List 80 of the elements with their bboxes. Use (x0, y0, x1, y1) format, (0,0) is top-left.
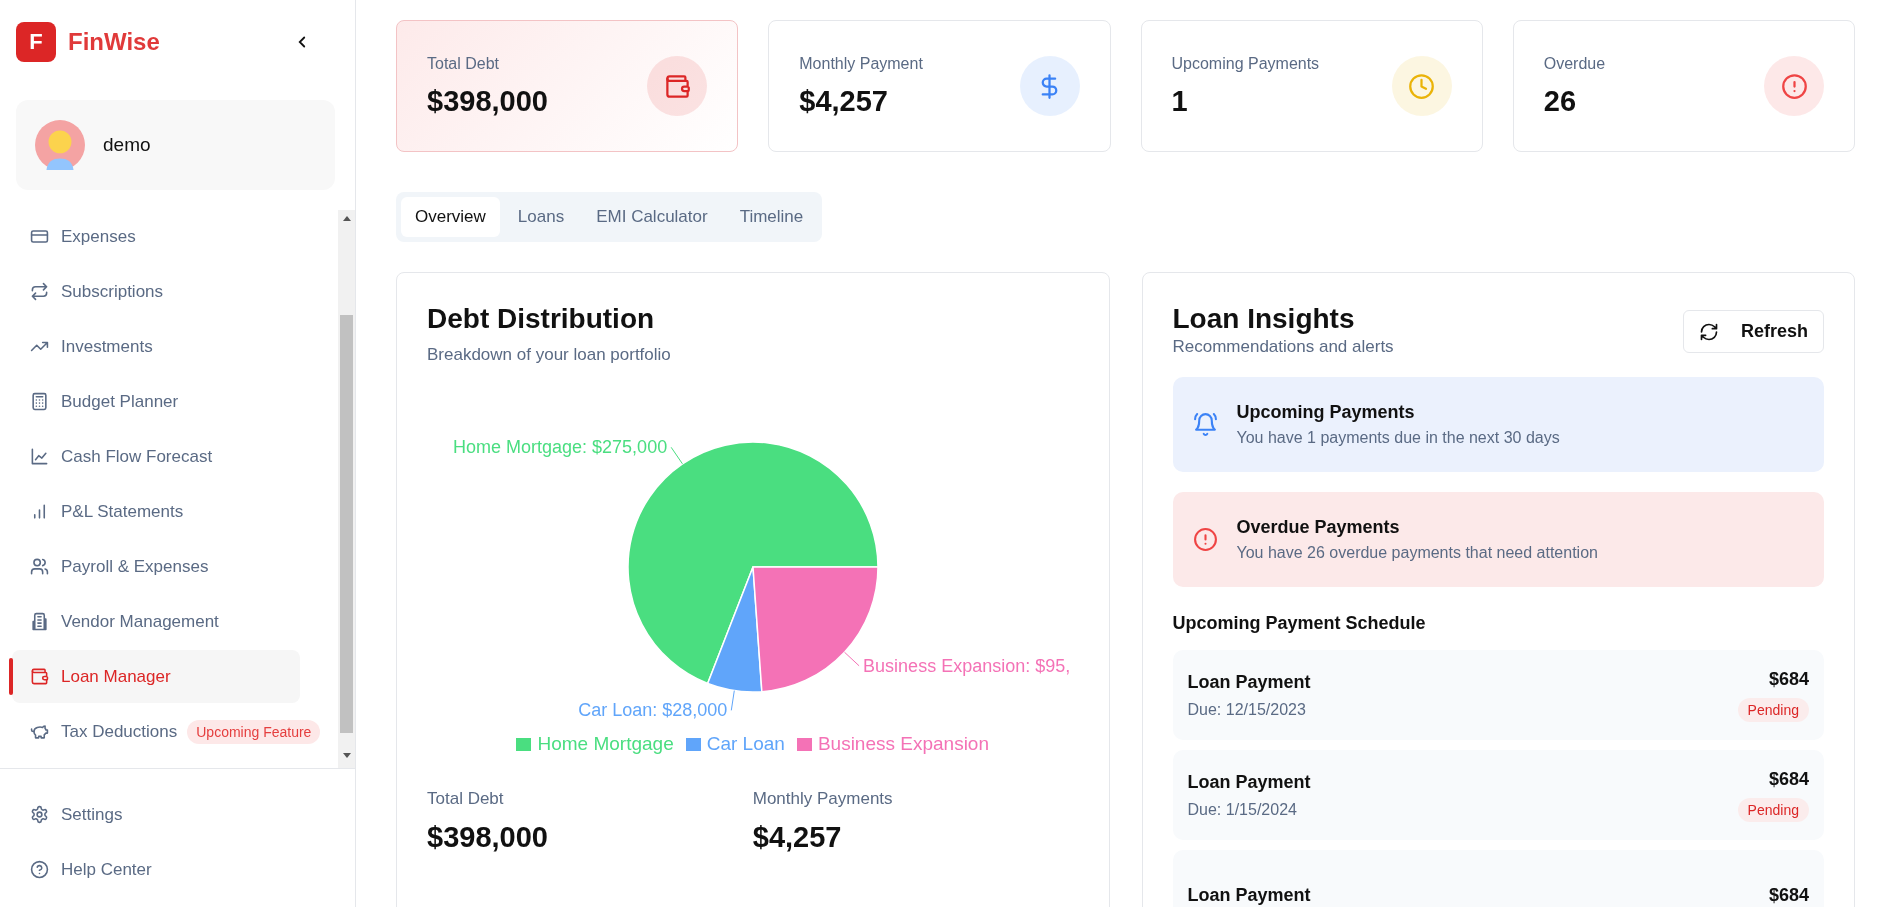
user-card[interactable]: demo (16, 100, 335, 190)
due-date: Due: 1/15/2024 (1187, 800, 1298, 819)
logo-icon: F (16, 22, 56, 62)
app-name: FinWise (68, 28, 160, 56)
nav-item[interactable]: Budget Planner (12, 375, 300, 428)
feature-badge: Upcoming Feature (187, 719, 321, 744)
stat-value: 1 (1171, 84, 1189, 118)
payment-row[interactable]: Loan Payment Due: 1/15/2024 $684 Pending (1172, 750, 1824, 840)
bell-icon (1192, 412, 1218, 437)
nav-icon (30, 612, 49, 631)
stat-value: $4,257 (799, 84, 889, 118)
card-subtitle: Recommendations and alerts (1172, 337, 1394, 357)
nav-item[interactable]: Expenses (12, 210, 300, 263)
stat-label: Upcoming Payments (1171, 54, 1320, 73)
due-date: Due: 12/15/2023 (1187, 700, 1307, 719)
payment-row[interactable]: Loan Payment Due: 12/15/2023 $684 Pending (1172, 650, 1824, 740)
help-icon (30, 860, 49, 879)
avatar-icon (35, 120, 85, 170)
nav-item[interactable]: Payroll & Expenses (12, 540, 300, 593)
stat-label: Overdue (1543, 54, 1606, 73)
scrollbar[interactable] (338, 210, 355, 768)
nav-icon (30, 667, 49, 686)
status-badge: Pending (1737, 797, 1809, 822)
total-label: Total Debt (427, 789, 505, 809)
payment-row[interactable]: Loan Payment $684 (1172, 850, 1824, 907)
alert-icon (1192, 527, 1218, 552)
alert-text: You have 26 overdue payments that need attention (1236, 544, 1598, 562)
payment-amount: $684 (1768, 668, 1809, 690)
total-label: Monthly Payments (752, 789, 894, 809)
section-title: Upcoming Payment Schedule (1172, 613, 1427, 634)
nav-item[interactable]: P&L Statements (12, 485, 300, 538)
nav-icon (30, 227, 49, 246)
tab[interactable]: EMI Calculator (582, 197, 722, 237)
refresh-button[interactable]: Refresh (1682, 310, 1824, 353)
tab[interactable]: Loans (503, 197, 579, 237)
alert-text: You have 1 payments due in the next 30 days (1236, 429, 1560, 447)
card-title: Loan Insights (1172, 303, 1356, 335)
nav-icon (30, 282, 49, 301)
tab[interactable]: Timeline (725, 197, 818, 237)
alert-title: Overdue Payments (1236, 517, 1401, 538)
leader-line (730, 690, 735, 711)
legend-item: Home Mortgage (516, 733, 674, 755)
payment-title: Loan Payment (1187, 884, 1311, 906)
card-subtitle: Breakdown of your loan portfolio (427, 345, 672, 365)
leader-line (843, 651, 860, 667)
legend-item: Car Loan (685, 733, 785, 755)
slice-label: Business Expansion: $95, (863, 655, 1071, 676)
total-value: $4,257 (752, 821, 843, 854)
legend-item: Business Expansion (796, 733, 989, 755)
payment-amount: $684 (1768, 884, 1809, 906)
settings-icon (30, 805, 49, 824)
nav-icon (30, 392, 49, 411)
payment-title: Loan Payment (1187, 771, 1311, 793)
nav-item[interactable]: Vendor Management (12, 595, 300, 648)
tab[interactable]: Overview (401, 197, 500, 237)
leader-line (670, 446, 683, 465)
slice-label: Home Mortgage: $275,000 (453, 437, 668, 458)
nav-item[interactable]: Cash Flow Forecast (12, 430, 300, 483)
card-title: Debt Distribution (427, 303, 656, 335)
total-value: $398,000 (427, 821, 549, 854)
stat-value: 26 (1543, 84, 1577, 118)
stat-value: $398,000 (427, 84, 548, 118)
alert-title: Upcoming Payments (1236, 402, 1416, 423)
nav-item[interactable]: Tax Deductions Upcoming Feature (12, 705, 325, 758)
nav-icon (30, 722, 49, 741)
slice-label: Car Loan: $28,000 (578, 700, 728, 721)
payment-title: Loan Payment (1187, 671, 1311, 693)
nav-item[interactable]: Subscriptions (12, 265, 300, 318)
payment-amount: $684 (1768, 768, 1809, 790)
nav-item[interactable]: Investments (12, 320, 300, 373)
refresh-icon (1698, 321, 1719, 342)
nav-item[interactable]: Settings (12, 788, 300, 841)
nav-item[interactable]: Help Center (12, 843, 300, 896)
stat-label: Total Debt (427, 54, 501, 73)
stat-label: Monthly Payment (799, 54, 923, 73)
status-badge: Pending (1737, 697, 1809, 722)
nav-icon (30, 557, 49, 576)
nav-item[interactable]: Loan Manager (12, 650, 300, 703)
user-name: demo (103, 134, 151, 156)
nav-icon (30, 447, 49, 466)
